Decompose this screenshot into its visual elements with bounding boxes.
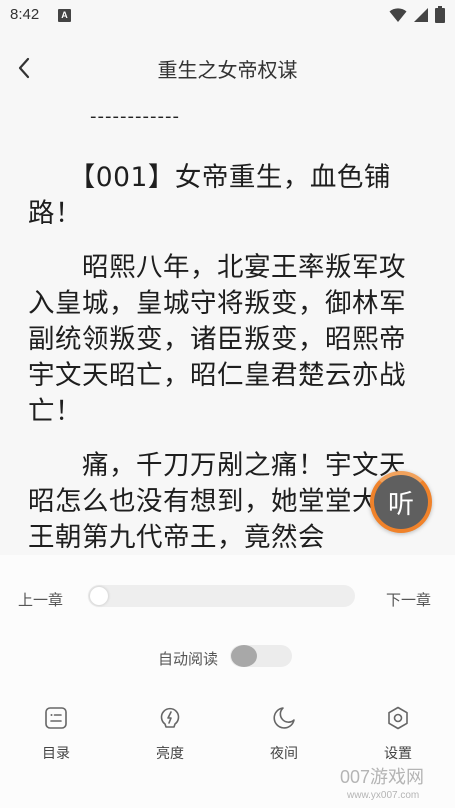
wifi-icon — [389, 7, 407, 22]
watermark-url: www.yx007.com — [347, 790, 420, 801]
next-chapter-button[interactable]: 下一章 — [386, 589, 431, 610]
catalog-icon — [45, 707, 67, 729]
listen-button[interactable]: 听 — [370, 471, 432, 533]
title-bar: 重生之女帝权谋 — [0, 32, 455, 104]
nav-settings[interactable]: 设置 — [358, 705, 438, 763]
notification-badge: A — [58, 9, 71, 22]
brightness-icon — [160, 707, 180, 728]
nav-label: 设置 — [384, 746, 412, 762]
battery-icon — [435, 6, 445, 23]
watermark-text: 007游戏网 — [340, 767, 425, 787]
listen-label: 听 — [387, 489, 414, 520]
status-bar: 8:42 A — [0, 0, 455, 32]
paragraph: 昭熙八年，北宴王率叛军攻入皇城，皇城守将叛变，御林军副统领叛变，诸臣叛变，昭熙帝… — [28, 252, 406, 427]
nav-label: 夜间 — [270, 746, 298, 762]
chapter-progress-slider[interactable] — [88, 585, 355, 607]
nav-label: 亮度 — [156, 746, 184, 762]
settings-icon — [388, 706, 408, 730]
nav-brightness[interactable]: 亮度 — [130, 705, 210, 763]
page-title: 重生之女帝权谋 — [157, 58, 298, 82]
signal-icon — [414, 7, 428, 22]
separator-line: ------------ — [90, 106, 180, 127]
status-icons — [389, 6, 445, 23]
progress-thumb[interactable] — [90, 587, 108, 605]
nav-night[interactable]: 夜间 — [244, 705, 324, 763]
toggle-knob — [231, 645, 257, 667]
nav-catalog[interactable]: 目录 — [16, 705, 96, 763]
chapter-heading: 【001】女帝重生，血色铺路！ — [28, 162, 391, 229]
auto-read-toggle[interactable] — [230, 645, 292, 667]
auto-read-label: 自动阅读 — [158, 650, 219, 668]
moon-icon — [273, 707, 295, 729]
prev-chapter-button[interactable]: 上一章 — [18, 589, 63, 610]
nav-label: 目录 — [42, 746, 70, 762]
status-time: 8:42 — [10, 6, 40, 23]
